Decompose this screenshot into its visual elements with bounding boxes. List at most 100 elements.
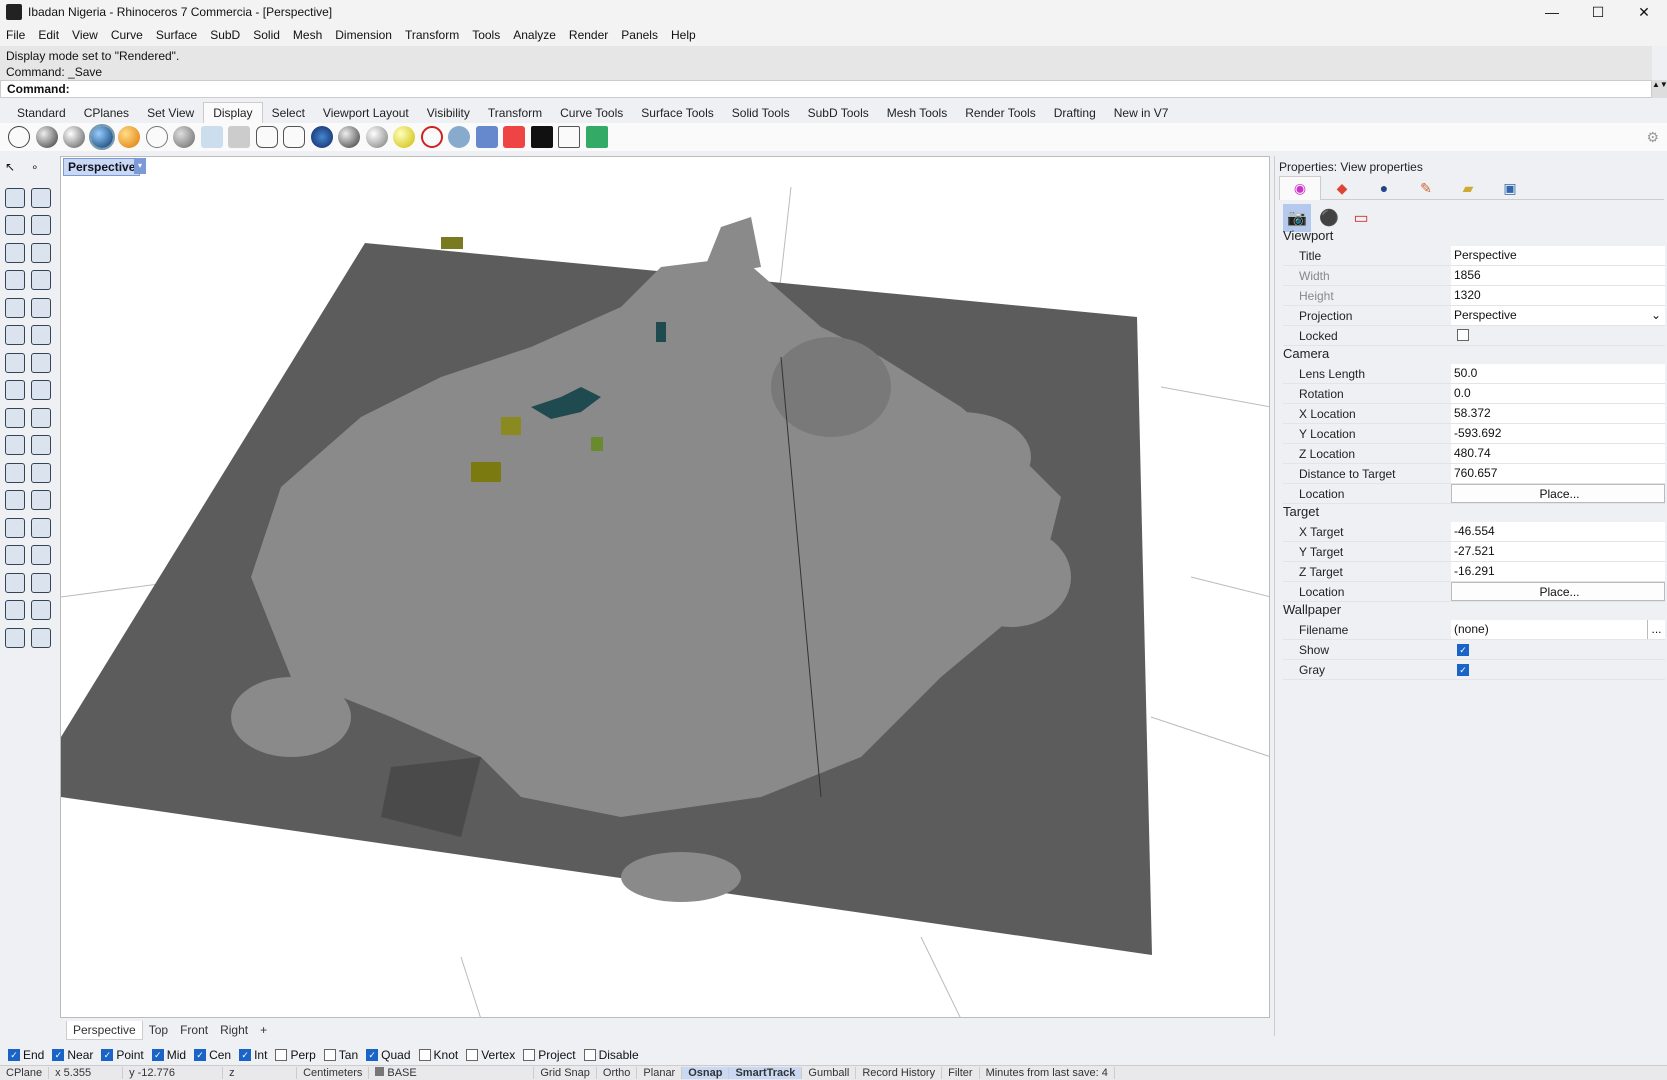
rendered-icon[interactable] (63, 126, 85, 148)
settings-gear-icon[interactable]: ⚙ (1646, 129, 1659, 146)
menu-view[interactable]: View (72, 28, 98, 42)
extend-icon[interactable] (31, 380, 51, 400)
environment-icon[interactable] (338, 126, 360, 148)
objects-icon[interactable] (585, 126, 608, 148)
solid-box-icon[interactable] (5, 545, 25, 565)
monitor-icon[interactable] (530, 126, 553, 148)
pen-icon[interactable] (200, 126, 223, 148)
filter-toggle[interactable]: Filter (942, 1067, 980, 1079)
osnap-checkbox[interactable] (418, 1049, 431, 1061)
cplane-indicator[interactable]: CPlane (0, 1067, 50, 1079)
polyline-icon[interactable] (5, 187, 25, 208)
tab-solid-tools[interactable]: Solid Tools (723, 103, 799, 123)
tab-new-in-v7[interactable]: New in V7 (1105, 103, 1178, 123)
layers-icon[interactable] (5, 600, 25, 620)
target-place-button[interactable]: Place... (1451, 582, 1665, 601)
menu-transform[interactable]: Transform (405, 28, 459, 42)
rotation-field[interactable]: 0.0 (1451, 384, 1665, 403)
record-history-toggle[interactable]: Record History (856, 1067, 943, 1079)
display-options-icon[interactable] (310, 126, 333, 148)
command-input[interactable]: Command: (0, 80, 1652, 98)
tab-drafting[interactable]: Drafting (1045, 103, 1105, 123)
osnap-knot[interactable]: Knot (418, 1048, 458, 1062)
viewport-tab-top[interactable]: Top (143, 1021, 174, 1039)
polygon-icon[interactable] (5, 242, 25, 263)
maximize-button[interactable]: ☐ (1575, 4, 1621, 21)
tab-viewport-layout[interactable]: Viewport Layout (314, 103, 418, 123)
shaded-icon[interactable] (35, 126, 58, 148)
camera-icon[interactable] (448, 126, 470, 148)
grid-array-icon[interactable] (5, 572, 25, 593)
tab-subd-tools[interactable]: SubD Tools (799, 103, 878, 123)
menu-tools[interactable]: Tools (472, 28, 500, 42)
osnap-checkbox[interactable] (523, 1049, 536, 1061)
folder-icon[interactable]: ▰ (1447, 176, 1489, 200)
surface-icon[interactable] (5, 297, 25, 318)
array-icon[interactable] (5, 517, 25, 538)
menu-subd[interactable]: SubD (210, 28, 240, 42)
menu-edit[interactable]: Edit (38, 28, 59, 42)
tab-set-view[interactable]: Set View (138, 103, 203, 123)
osnap-checkbox[interactable] (275, 1049, 288, 1061)
help-icon[interactable]: ▣ (1489, 176, 1531, 200)
arc-blend-icon[interactable] (31, 462, 51, 483)
edge-surface-icon[interactable] (31, 297, 51, 318)
text-icon[interactable] (5, 490, 25, 510)
plane-icon[interactable] (31, 352, 51, 373)
browse-button[interactable]: ... (1647, 620, 1665, 639)
osnap-perp[interactable]: Perp (275, 1048, 316, 1062)
osnap-project[interactable]: Project (523, 1048, 576, 1062)
tab-select[interactable]: Select (263, 103, 314, 123)
tab-transform[interactable]: Transform (479, 103, 551, 123)
delete-icon[interactable] (503, 126, 525, 148)
menu-render[interactable]: Render (569, 28, 608, 42)
command-scrollbar[interactable]: ▲▼ (1652, 80, 1667, 98)
menu-analyze[interactable]: Analyze (513, 28, 556, 42)
viewport-tab-perspective[interactable]: Perspective (66, 1020, 143, 1040)
gray-checkbox[interactable]: ✓ (1457, 664, 1469, 676)
tab-visibility[interactable]: Visibility (418, 103, 479, 123)
minimize-button[interactable]: — (1529, 4, 1575, 21)
osnap-checkbox[interactable]: ✓ (52, 1049, 65, 1061)
fillet-icon[interactable] (5, 407, 25, 428)
osnap-quad[interactable]: ✓ Quad (366, 1048, 411, 1062)
material-icon[interactable]: ● (1363, 176, 1405, 200)
osnap-checkbox[interactable] (466, 1049, 479, 1061)
smarttrack-toggle[interactable]: SmartTrack (729, 1067, 803, 1079)
tab-curve-tools[interactable]: Curve Tools (551, 103, 632, 123)
osnap-checkbox[interactable]: ✓ (8, 1049, 20, 1061)
rendered-icon[interactable] (31, 627, 51, 648)
layer-indicator[interactable]: BASE (369, 1067, 535, 1079)
osnap-disable[interactable]: Disable (583, 1048, 639, 1062)
viewport-title[interactable]: Perspective (63, 158, 141, 176)
tab-render-tools[interactable]: Render Tools (956, 103, 1045, 123)
osnap-end[interactable]: ✓ End (8, 1048, 44, 1062)
wireframe-icon[interactable] (8, 126, 30, 148)
menu-panels[interactable]: Panels (621, 28, 658, 42)
tab-display[interactable]: Display (203, 102, 263, 123)
menu-file[interactable]: File (6, 28, 25, 42)
close-button[interactable]: ✕ (1621, 4, 1667, 21)
boolean-icon[interactable] (5, 435, 25, 455)
circle-center-icon[interactable] (5, 270, 25, 290)
menu-mesh[interactable]: Mesh (293, 28, 322, 42)
lighting-icon[interactable] (365, 126, 388, 148)
viewport-tab-right[interactable]: Right (214, 1021, 254, 1039)
osnap-checkbox[interactable]: ✓ (101, 1049, 114, 1061)
grid-snap-toggle[interactable]: Grid Snap (534, 1067, 597, 1079)
sphere-icon[interactable] (31, 325, 51, 345)
xray-icon[interactable] (118, 126, 140, 148)
lens-length-field[interactable]: 50.0 (1451, 364, 1665, 383)
y-location-field[interactable]: -593.692 (1451, 424, 1665, 443)
z-location-field[interactable]: 480.74 (1451, 444, 1665, 463)
osnap-int[interactable]: ✓ Int (239, 1048, 267, 1062)
monochrome-icon[interactable] (228, 126, 250, 148)
osnap-cen[interactable]: ✓ Cen (194, 1048, 231, 1062)
osnap-checkbox[interactable] (583, 1049, 596, 1061)
distance-field[interactable]: 760.657 (1451, 464, 1665, 483)
raytraced-icon[interactable] (283, 126, 305, 148)
box-icon[interactable] (558, 126, 580, 148)
osnap-vertex[interactable]: Vertex (466, 1048, 515, 1062)
artistic-icon[interactable] (173, 126, 195, 148)
menu-surface[interactable]: Surface (156, 28, 197, 42)
